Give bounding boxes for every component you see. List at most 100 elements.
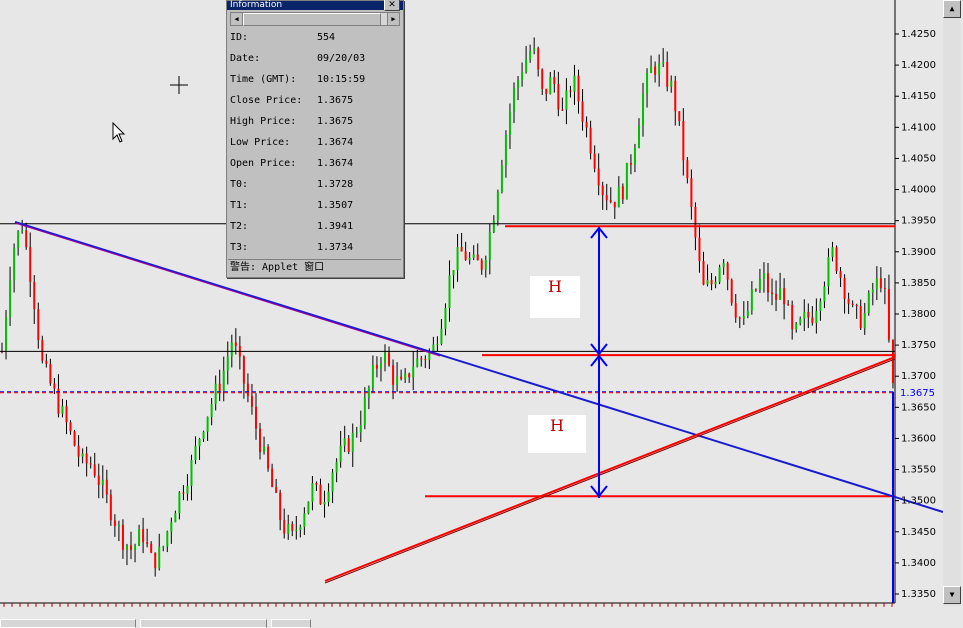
candle-body [577, 75, 580, 102]
candle-body [93, 464, 96, 476]
info-title: Information [230, 0, 283, 10]
candle-body [686, 160, 689, 179]
candle-body [521, 71, 524, 80]
candle-body [633, 147, 636, 165]
candle-body [178, 492, 181, 514]
candle-body [557, 84, 560, 110]
bottom-tab-1[interactable] [0, 619, 136, 628]
candle-body [879, 278, 882, 289]
candle-body [589, 127, 592, 154]
candle-body [492, 220, 495, 232]
scroll-thumb[interactable] [243, 13, 381, 26]
candle-body [206, 416, 209, 432]
candle-body [484, 259, 487, 270]
candle-body [706, 279, 709, 285]
candle-body [855, 305, 858, 307]
candle-body [722, 263, 725, 268]
candle-body [138, 528, 141, 546]
candle-body [287, 524, 290, 534]
candle-body [170, 522, 173, 532]
candle-body [456, 247, 459, 271]
candle-body [53, 383, 56, 389]
scroll-down-button[interactable]: ▼ [943, 586, 961, 604]
candle-body [5, 316, 8, 352]
candle-body [835, 247, 838, 272]
candle-body [734, 303, 737, 318]
scroll-up-button[interactable]: ▲ [943, 0, 961, 18]
price-chart[interactable]: 1.3675 1.42501.42001.41501.41001.40501.4… [0, 0, 963, 626]
candle-body [730, 279, 733, 304]
candle-body [9, 280, 12, 317]
scroll-left-button[interactable]: ◀ [231, 13, 243, 25]
y-tick-label: 1.3450 [901, 527, 936, 538]
info-row: T3: 1.3734 [230, 237, 400, 258]
candle-body [529, 51, 532, 60]
candle-body [650, 66, 653, 73]
candle-body [581, 101, 584, 122]
y-tick-label: 1.3550 [901, 465, 936, 476]
candle-body [803, 311, 806, 319]
candle-body [218, 383, 221, 391]
vertical-scrollbar[interactable]: ▲ ▼ [943, 0, 961, 606]
candle-body [859, 306, 862, 329]
candle-body [710, 279, 713, 285]
candle-body [150, 543, 153, 553]
candle-body [81, 453, 84, 457]
candle-body [234, 342, 237, 346]
bottom-scrollbar[interactable] [0, 607, 963, 628]
candle-body [379, 363, 382, 369]
candle-body [698, 237, 701, 262]
candle-body [29, 247, 32, 282]
candle-body [714, 281, 717, 285]
candle-body [642, 93, 645, 126]
candle-body [831, 247, 834, 257]
candle-body [226, 356, 229, 371]
candle-body [742, 315, 745, 319]
info-row-value: 554 [317, 32, 336, 43]
candle-body [718, 267, 721, 282]
info-row-value: 1.3675 [317, 116, 354, 127]
applet-warning-status: 警告: Applet 窗口 [228, 259, 401, 276]
h-label-lower: H [528, 415, 586, 453]
y-tick-label: 1.4050 [901, 153, 936, 164]
bottom-tab-2[interactable] [140, 619, 267, 628]
candle-body [525, 59, 528, 72]
y-tick-label: 1.4250 [901, 29, 936, 40]
candle-body [351, 432, 354, 453]
candle-body [242, 356, 245, 384]
bottom-tab-3[interactable] [271, 619, 311, 628]
candle-body [750, 289, 753, 311]
scroll-right-button[interactable]: ▶ [387, 13, 399, 25]
crosshair-cursor-icon [170, 76, 188, 94]
candle-body [420, 358, 423, 360]
candle-body [537, 48, 540, 70]
info-row-label: T1: [230, 200, 249, 211]
info-row-value: 1.3507 [317, 200, 354, 211]
information-window[interactable]: Information ✕ ◀ ▶ ID: 554 Date: 09/20/03 Tim… [226, 0, 404, 278]
candle-body [109, 494, 112, 521]
candle-body [637, 125, 640, 148]
candle-body [875, 278, 878, 290]
candle-body [754, 289, 757, 291]
candle-body [779, 288, 782, 300]
y-tick-label: 1.4000 [901, 185, 936, 196]
candle-body [702, 261, 705, 285]
candle-body [303, 513, 306, 528]
candle-body [815, 311, 818, 324]
close-button[interactable]: ✕ [384, 0, 400, 11]
candle-body [222, 370, 225, 391]
info-row-value: 1.3674 [317, 158, 354, 169]
candle-body [766, 273, 769, 293]
candle-body [476, 254, 479, 261]
y-tick-label: 1.3350 [901, 589, 936, 600]
candle-body [662, 61, 665, 64]
candle-body [331, 472, 334, 492]
info-row-value: 1.3734 [317, 242, 354, 253]
info-titlebar[interactable]: Information ✕ [227, 0, 403, 11]
info-row-label: ID: [230, 32, 249, 43]
candle-body [214, 383, 217, 404]
info-horizontal-scrollbar[interactable]: ◀ ▶ [230, 12, 400, 26]
info-row: Close Price: 1.3675 [230, 90, 400, 111]
y-tick-label: 1.3400 [901, 558, 936, 569]
candle-body [17, 231, 20, 248]
